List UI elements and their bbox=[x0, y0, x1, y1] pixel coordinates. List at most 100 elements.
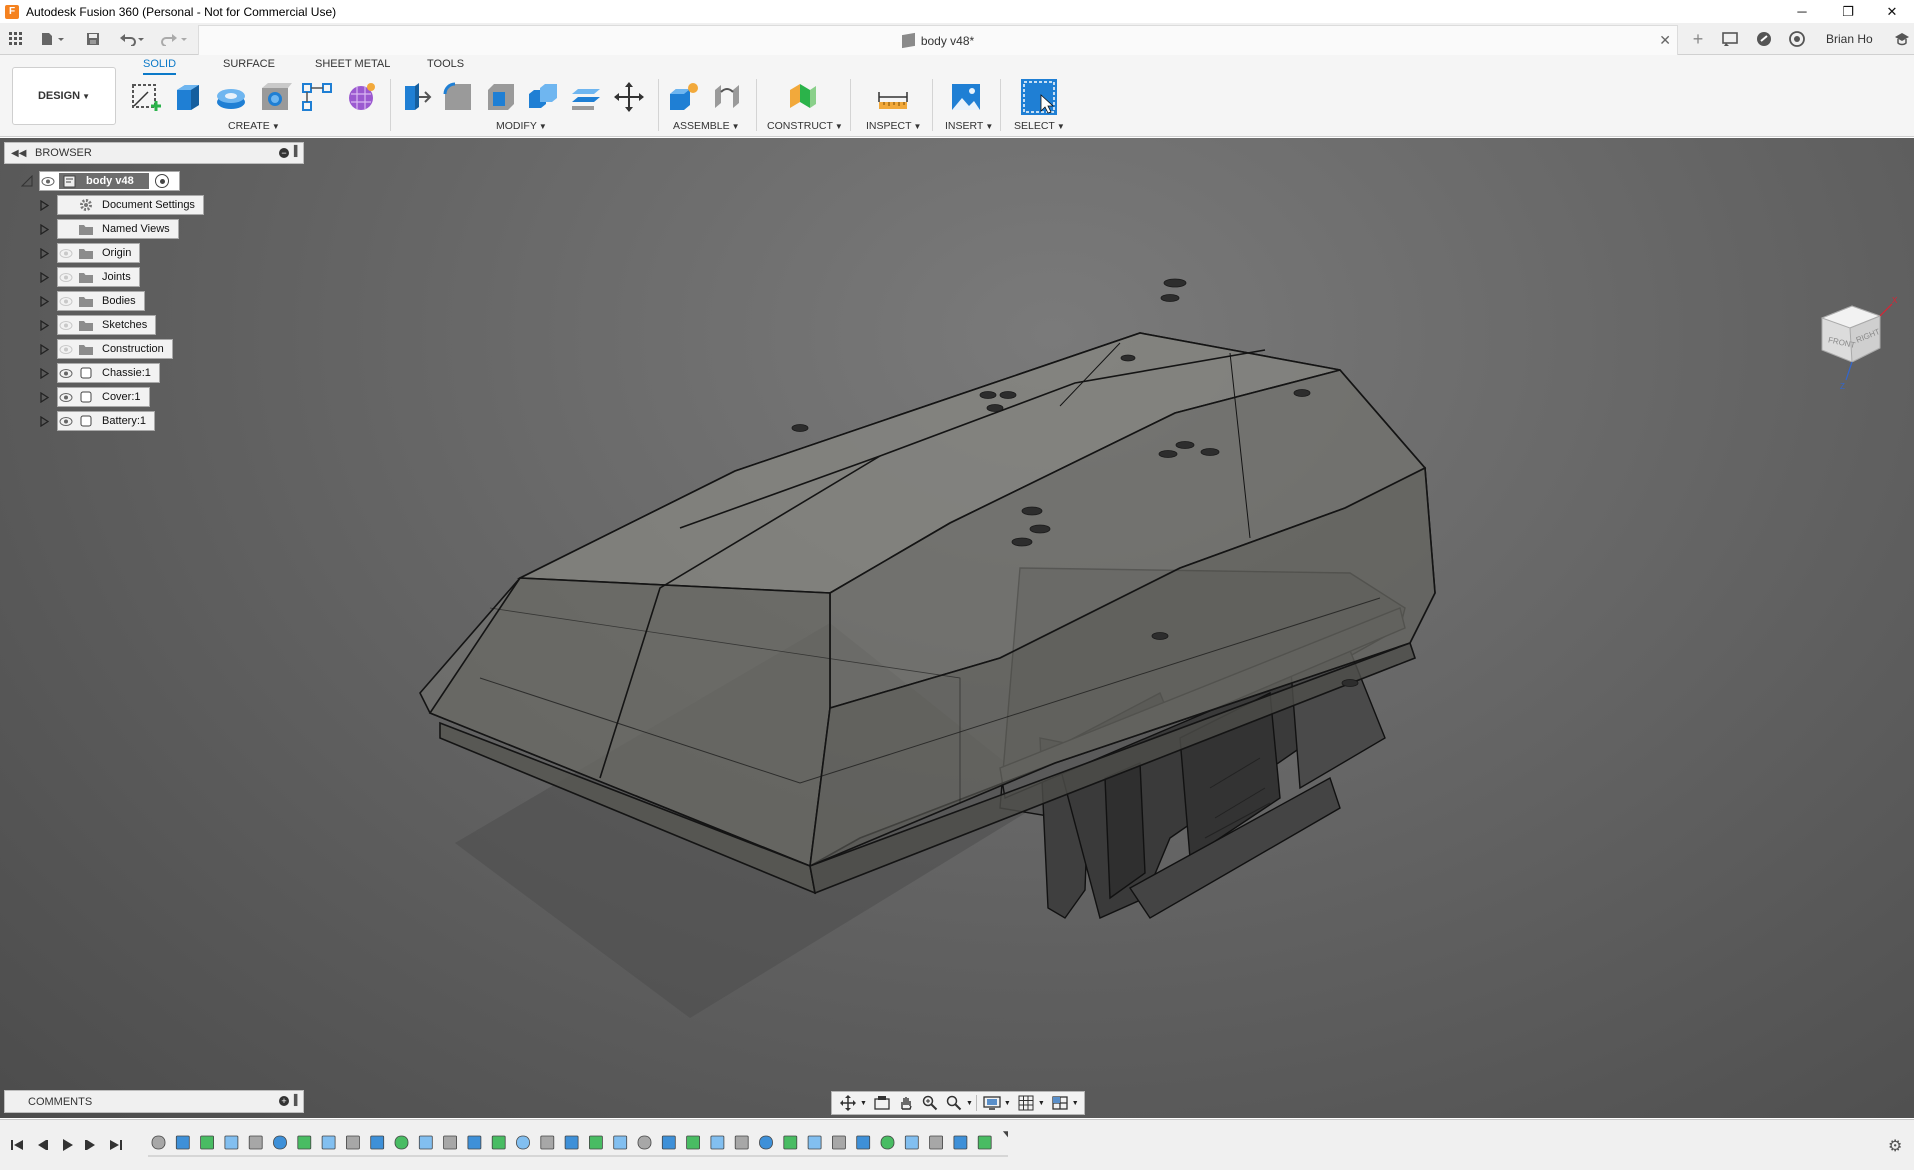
timeline-feature-icon[interactable] bbox=[977, 1135, 992, 1150]
viewports-icon[interactable] bbox=[1048, 1093, 1072, 1113]
expand-arrow-icon[interactable] bbox=[36, 292, 52, 310]
viewports-dropdown-icon[interactable]: ▼ bbox=[1072, 1100, 1079, 1107]
grid-dropdown-icon[interactable]: ▼ bbox=[1038, 1100, 1045, 1107]
timeline-feature-icon[interactable] bbox=[394, 1135, 409, 1150]
timeline-feature-icon[interactable] bbox=[661, 1135, 676, 1150]
workspace-switcher-button[interactable]: DESIGN ▼ bbox=[12, 67, 116, 125]
assemble-group-label[interactable]: ASSEMBLE ▼ bbox=[673, 120, 740, 132]
timeline-feature-icon[interactable] bbox=[880, 1135, 895, 1150]
visibility-eye-icon[interactable] bbox=[58, 244, 74, 262]
display-settings-icon[interactable] bbox=[980, 1093, 1004, 1113]
tree-node-box[interactable]: Bodies bbox=[57, 291, 145, 311]
expand-arrow-icon[interactable] bbox=[36, 196, 52, 214]
select-button[interactable] bbox=[1021, 79, 1057, 115]
timeline-features-track[interactable] bbox=[148, 1130, 1008, 1160]
extrude-button[interactable] bbox=[171, 80, 205, 114]
look-at-icon[interactable] bbox=[870, 1093, 894, 1113]
browser-pin-icon[interactable]: ▌ bbox=[294, 146, 301, 157]
comments-pin-icon[interactable]: ▌ bbox=[294, 1095, 301, 1106]
shell-button[interactable] bbox=[484, 80, 518, 114]
timeline-feature-icon[interactable] bbox=[588, 1135, 603, 1150]
construct-group-label[interactable]: CONSTRUCT ▼ bbox=[767, 120, 843, 132]
create-form-button[interactable] bbox=[344, 80, 378, 114]
timeline-feature-icon[interactable] bbox=[613, 1135, 628, 1150]
timeline-feature-icon[interactable] bbox=[273, 1135, 287, 1150]
help-icon[interactable] bbox=[1787, 30, 1807, 48]
tree-node-box[interactable]: Cover:1 bbox=[57, 387, 150, 407]
visibility-eye-icon[interactable] bbox=[58, 316, 74, 334]
orbit-dropdown-icon[interactable]: ▼ bbox=[860, 1100, 867, 1107]
timeline-feature-icon[interactable] bbox=[321, 1135, 336, 1150]
inspect-group-label[interactable]: INSPECT ▼ bbox=[866, 120, 921, 132]
timeline-feature-icon[interactable] bbox=[224, 1135, 239, 1150]
offset-plane-button[interactable] bbox=[786, 80, 820, 114]
timeline-feature-icon[interactable] bbox=[734, 1135, 749, 1150]
new-component-button[interactable] bbox=[667, 80, 701, 114]
learning-icon[interactable] bbox=[1892, 30, 1912, 48]
tree-node-box[interactable]: Named Views bbox=[57, 219, 179, 239]
timeline-feature-icon[interactable] bbox=[953, 1135, 968, 1150]
grid-settings-icon[interactable] bbox=[1014, 1093, 1038, 1113]
collapse-panel-icon[interactable]: ◀◀ bbox=[11, 148, 26, 159]
timeline-feature-icon[interactable] bbox=[856, 1135, 871, 1150]
expand-arrow-icon[interactable] bbox=[36, 220, 52, 238]
visibility-eye-icon[interactable] bbox=[40, 172, 56, 190]
expand-arrow-icon[interactable] bbox=[36, 388, 52, 406]
create-sketch-button[interactable] bbox=[129, 80, 163, 114]
new-tab-button[interactable]: + bbox=[1688, 29, 1708, 49]
close-tab-icon[interactable]: ✕ bbox=[1659, 32, 1671, 49]
insert-group-label[interactable]: INSERT ▼ bbox=[945, 120, 993, 132]
visibility-eye-icon[interactable] bbox=[58, 364, 74, 382]
tree-node-box[interactable]: Construction bbox=[57, 339, 173, 359]
timeline-feature-icon[interactable] bbox=[200, 1135, 214, 1150]
tree-node-box[interactable]: Document Settings bbox=[57, 195, 204, 215]
notifications-icon[interactable] bbox=[1754, 30, 1774, 48]
timeline-feature-icon[interactable] bbox=[904, 1135, 919, 1150]
timeline-feature-icon[interactable] bbox=[297, 1135, 312, 1150]
tree-node-box[interactable]: Battery:1 bbox=[57, 411, 156, 431]
timeline-feature-icon[interactable] bbox=[759, 1135, 773, 1150]
tab-tools[interactable]: TOOLS bbox=[427, 58, 464, 75]
comments-panel-header[interactable]: COMMENTS + ▌ bbox=[4, 1090, 304, 1113]
zoom-dropdown-icon[interactable]: ▼ bbox=[966, 1100, 973, 1107]
timeline-feature-icon[interactable] bbox=[637, 1135, 652, 1150]
timeline-feature-icon[interactable] bbox=[710, 1135, 725, 1150]
tab-surface[interactable]: SURFACE bbox=[223, 58, 275, 75]
job-status-icon[interactable] bbox=[1720, 30, 1740, 48]
visibility-eye-icon[interactable] bbox=[58, 388, 74, 406]
display-dropdown-icon[interactable]: ▼ bbox=[1004, 1100, 1011, 1107]
press-pull-button[interactable] bbox=[399, 80, 433, 114]
orbit-icon[interactable] bbox=[836, 1093, 860, 1113]
timeline-feature-icon[interactable] bbox=[175, 1135, 190, 1150]
modify-group-label[interactable]: MODIFY ▼ bbox=[496, 120, 547, 132]
insert-image-button[interactable] bbox=[949, 80, 983, 114]
expand-arrow-icon[interactable] bbox=[36, 268, 52, 286]
3d-viewport[interactable]: FRONT RIGHT X Z bbox=[0, 138, 1914, 1118]
timeline-feature-icon[interactable] bbox=[832, 1135, 846, 1150]
joint-button[interactable] bbox=[710, 80, 744, 114]
expand-arrow-icon[interactable] bbox=[36, 412, 52, 430]
timeline-feature-icon[interactable] bbox=[370, 1135, 385, 1150]
timeline-settings-gear-icon[interactable]: ⚙ bbox=[1888, 1136, 1902, 1156]
view-cube[interactable]: FRONT RIGHT X Z bbox=[1810, 288, 1910, 398]
file-menu-icon[interactable] bbox=[38, 29, 68, 49]
visibility-eye-icon[interactable] bbox=[58, 196, 74, 214]
model-render[interactable] bbox=[0, 138, 1914, 1118]
combine-button[interactable] bbox=[526, 80, 560, 114]
move-copy-button[interactable] bbox=[612, 80, 646, 114]
zoom-icon[interactable] bbox=[918, 1093, 942, 1113]
create-group-label[interactable]: CREATE ▼ bbox=[228, 120, 280, 132]
timeline-feature-icon[interactable] bbox=[807, 1135, 822, 1150]
activate-radio-icon[interactable] bbox=[155, 174, 169, 188]
visibility-eye-icon[interactable] bbox=[58, 412, 74, 430]
undo-icon[interactable] bbox=[117, 29, 149, 49]
add-comment-icon[interactable]: + bbox=[279, 1096, 289, 1106]
timeline-feature-icon[interactable] bbox=[686, 1135, 700, 1150]
tab-solid[interactable]: SOLID bbox=[143, 58, 177, 75]
measure-button[interactable] bbox=[876, 80, 910, 114]
user-account-name[interactable]: Brian Ho bbox=[1826, 32, 1873, 46]
step-back-icon[interactable] bbox=[33, 1136, 51, 1154]
timeline-feature-icon[interactable] bbox=[783, 1135, 798, 1150]
timeline-feature-icon[interactable] bbox=[540, 1135, 555, 1150]
tree-node-box[interactable]: Sketches bbox=[57, 315, 157, 335]
